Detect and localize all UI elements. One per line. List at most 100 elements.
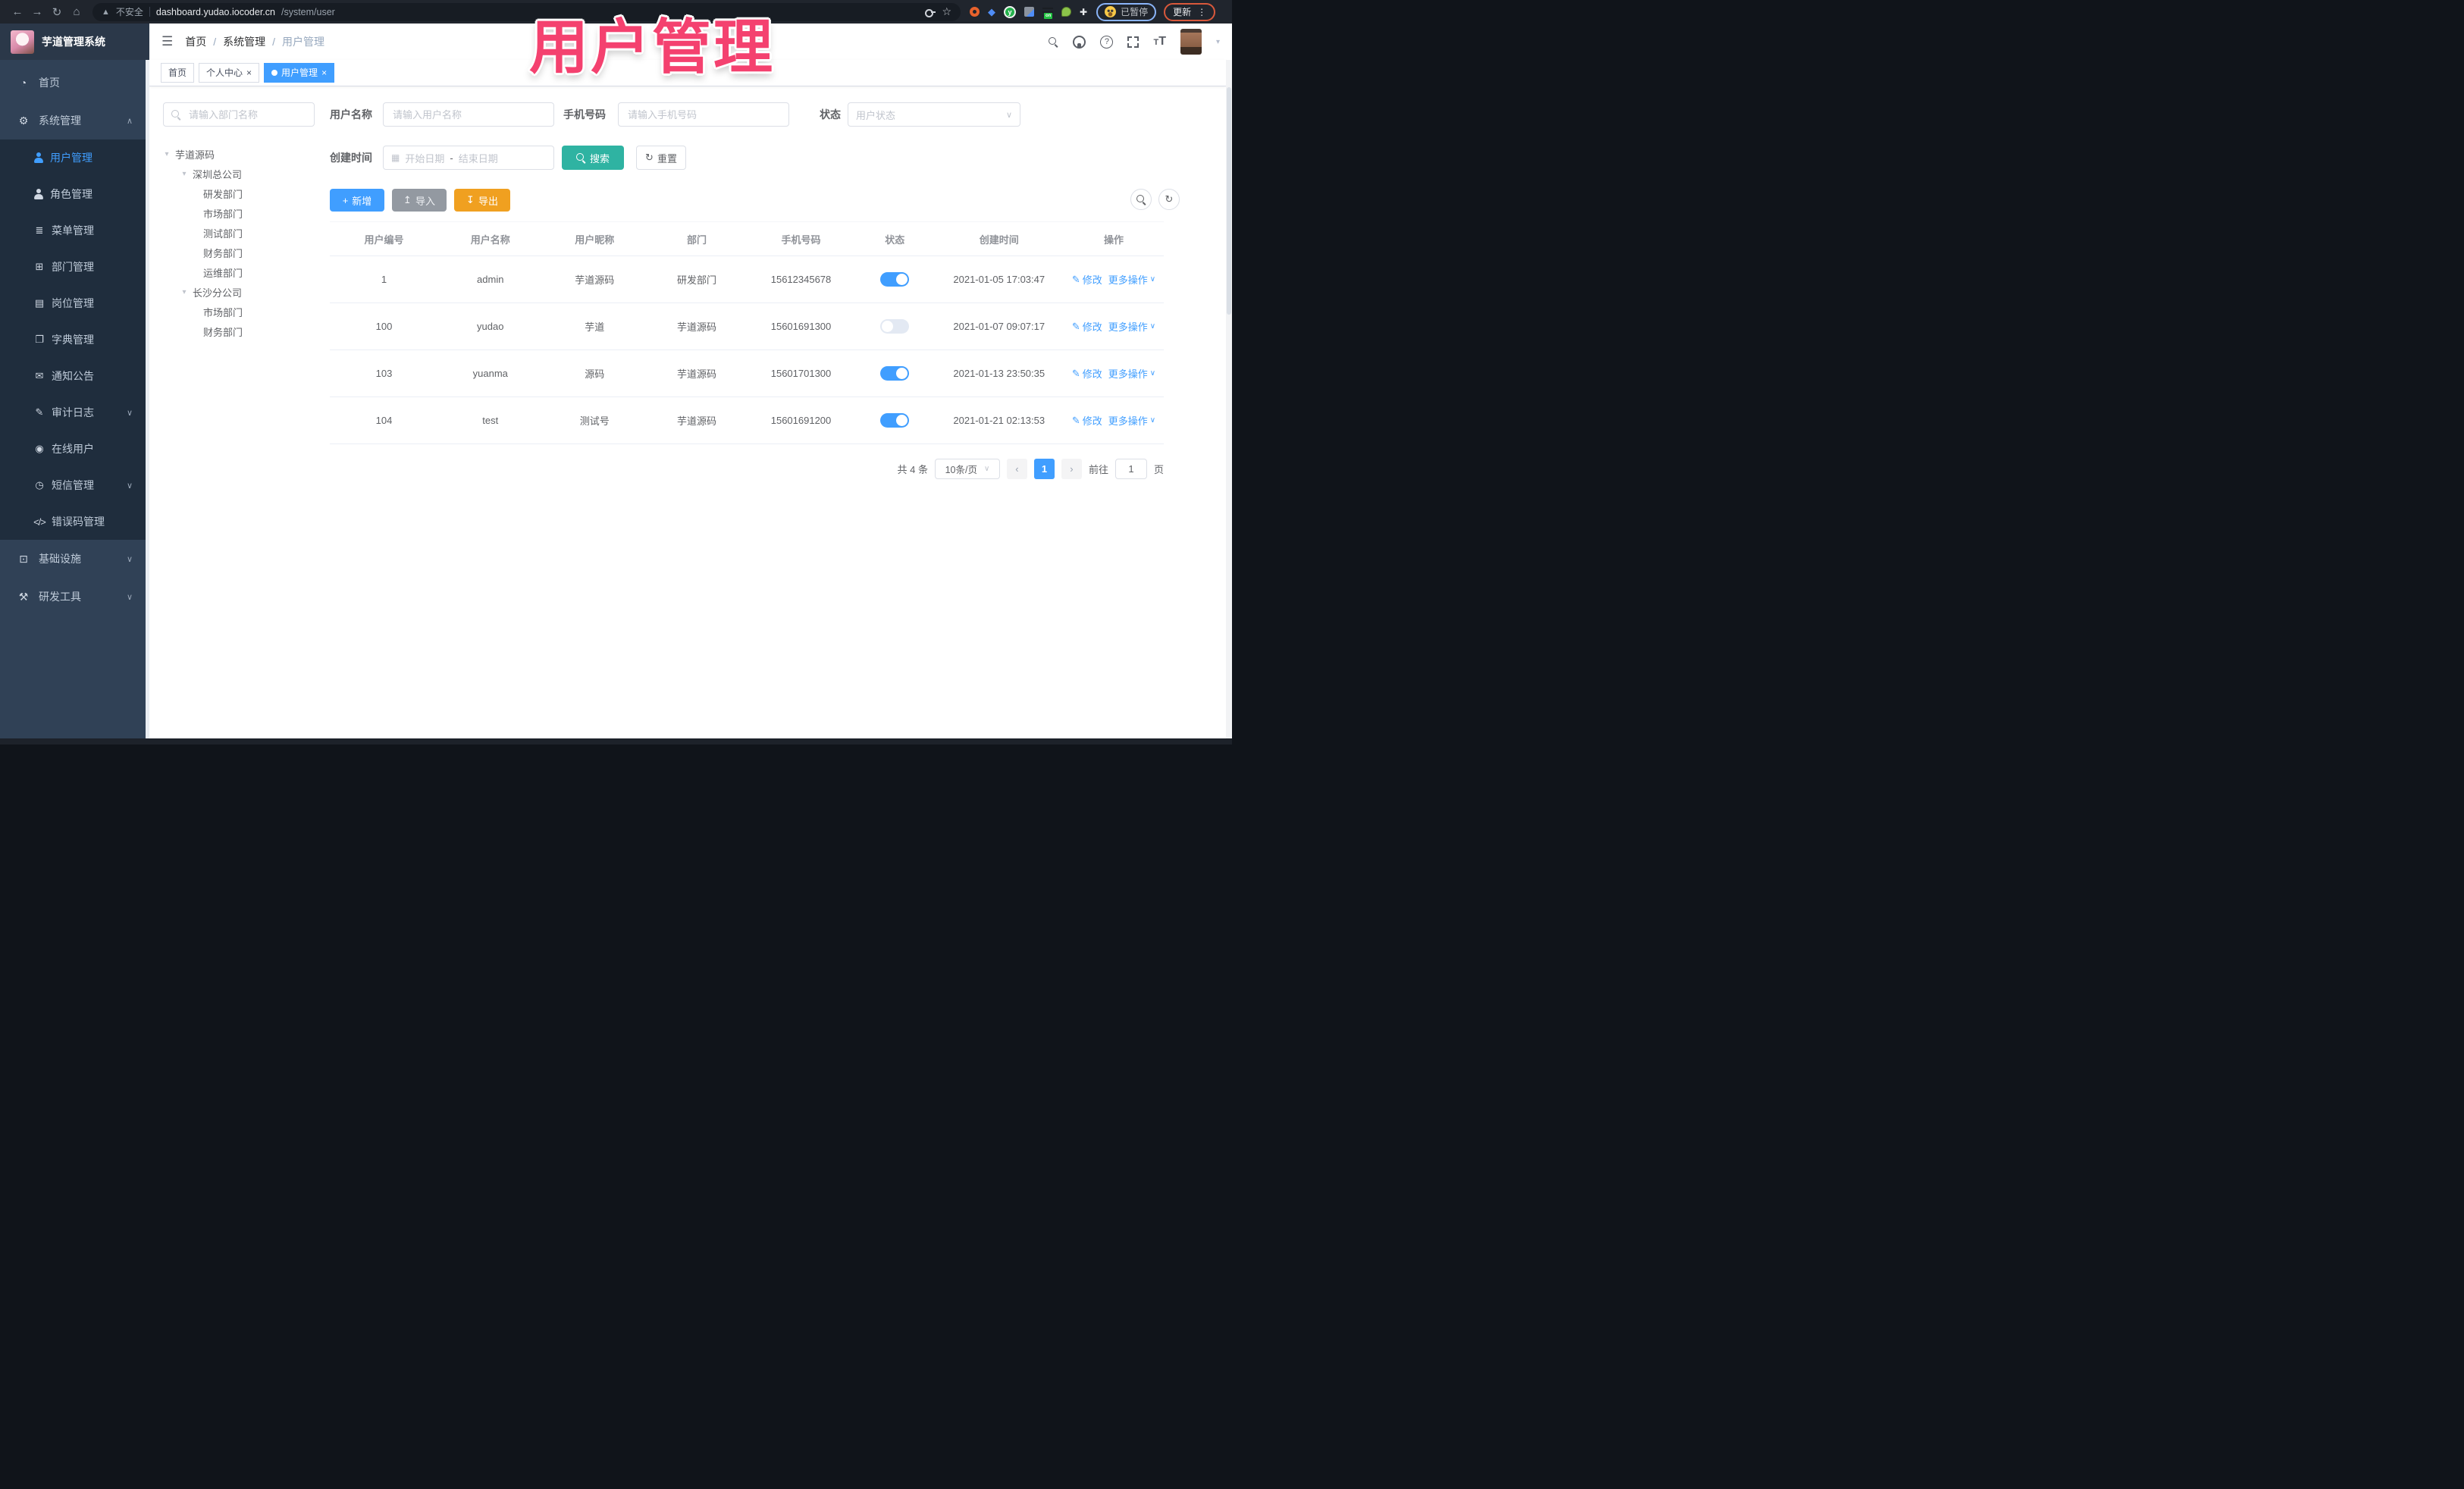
- page-size-select[interactable]: 10条/页 ∨: [934, 459, 1000, 479]
- dept-search-box[interactable]: [163, 102, 315, 127]
- import-button[interactable]: ↥ 导入: [392, 189, 447, 212]
- next-page-button[interactable]: ›: [1061, 459, 1082, 479]
- date-start-placeholder[interactable]: 开始日期: [405, 151, 444, 165]
- sidebar-item-system-management[interactable]: ⚙ 系统管理 ∧: [0, 102, 149, 139]
- username-input[interactable]: [391, 108, 546, 121]
- sidebar-item-menu-management[interactable]: ≣ 菜单管理: [0, 212, 149, 249]
- extension-grid-icon[interactable]: [1024, 7, 1034, 17]
- home-icon[interactable]: ⌂: [67, 5, 86, 18]
- more-actions-link[interactable]: 更多操作 ∨: [1108, 319, 1155, 334]
- security-label[interactable]: 不安全: [116, 5, 143, 18]
- tab-home[interactable]: 首页: [161, 63, 195, 83]
- font-size-icon[interactable]: TT: [1153, 35, 1166, 49]
- tree-node[interactable]: 研发部门: [163, 183, 318, 203]
- back-icon[interactable]: ←: [8, 5, 27, 18]
- tab-user-management[interactable]: 用户管理 ×: [264, 63, 335, 83]
- goto-page-input[interactable]: [1114, 459, 1147, 479]
- status-toggle[interactable]: [880, 366, 910, 381]
- status-toggle[interactable]: [880, 319, 910, 334]
- sidebar-item-infrastructure[interactable]: ⊡ 基础设施 ∨: [0, 540, 149, 578]
- breadcrumb-home[interactable]: 首页: [185, 34, 206, 49]
- help-icon[interactable]: ?: [1100, 35, 1114, 49]
- reload-icon[interactable]: ↻: [47, 5, 67, 19]
- username-field[interactable]: [383, 102, 554, 127]
- dept-search-input[interactable]: [187, 108, 306, 121]
- sidebar-logo-box[interactable]: 芋道管理系统: [0, 24, 149, 60]
- address-bar[interactable]: ▲ 不安全 dashboard.yudao.iocoder.cn/system/…: [92, 2, 961, 21]
- sidebar-scrollbar[interactable]: [146, 60, 149, 738]
- breadcrumb-system[interactable]: 系统管理: [223, 34, 265, 49]
- mobile-field[interactable]: [618, 102, 789, 127]
- sidebar-item-dept-management[interactable]: ⊞ 部门管理: [0, 249, 149, 285]
- edit-link[interactable]: ✎ 修改: [1072, 366, 1102, 381]
- sidebar-item-role-management[interactable]: 角色管理: [0, 176, 149, 212]
- sidebar-item-user-management[interactable]: 用户管理: [0, 139, 149, 176]
- extension-orange-icon[interactable]: [970, 7, 980, 17]
- avatar-caret-icon[interactable]: ▾: [1216, 38, 1220, 46]
- browser-update-button[interactable]: 更新 ⋮: [1164, 2, 1216, 21]
- tree-node[interactable]: 市场部门: [163, 302, 318, 321]
- sidebar-toggle-icon[interactable]: ☰: [161, 34, 173, 49]
- edit-link[interactable]: ✎ 修改: [1072, 413, 1102, 428]
- tree-node[interactable]: ▾ 深圳总公司: [163, 164, 318, 183]
- page-scrollbar[interactable]: [1226, 60, 1232, 738]
- header-search-icon[interactable]: [1049, 36, 1058, 47]
- scrollbar-thumb[interactable]: [1227, 87, 1231, 315]
- sidebar-item-error-code[interactable]: </> 错误码管理: [0, 503, 149, 540]
- close-icon[interactable]: ×: [246, 64, 252, 82]
- extension-gem-icon[interactable]: ◆: [988, 7, 995, 17]
- tree-node[interactable]: 财务部门: [163, 243, 318, 262]
- sidebar-item-home[interactable]: ◔ 首页: [0, 64, 149, 102]
- tree-expand-icon[interactable]: ▾: [180, 288, 188, 296]
- extensions-puzzle-icon[interactable]: ✚: [1080, 7, 1087, 17]
- sidebar-item-online-users[interactable]: ◉ 在线用户: [0, 431, 149, 467]
- edit-link[interactable]: ✎ 修改: [1072, 319, 1102, 334]
- user-avatar[interactable]: [1180, 29, 1202, 55]
- tab-profile[interactable]: 个人中心 ×: [199, 63, 260, 83]
- profile-paused-badge[interactable]: 已暂停: [1096, 2, 1157, 21]
- mobile-input[interactable]: [626, 108, 781, 121]
- url-domain[interactable]: dashboard.yudao.iocoder.cn: [156, 7, 275, 17]
- bookmark-star-icon[interactable]: ☆: [942, 5, 951, 18]
- refresh-table-button[interactable]: ↻: [1158, 189, 1180, 210]
- extension-green-icon[interactable]: y: [1004, 5, 1016, 18]
- more-actions-link[interactable]: 更多操作 ∨: [1108, 413, 1155, 428]
- extension-leaf-icon[interactable]: [1061, 7, 1071, 17]
- sidebar-item-dev-tools[interactable]: ⚒ 研发工具 ∨: [0, 578, 149, 616]
- fullscreen-icon[interactable]: [1127, 36, 1140, 48]
- tree-node[interactable]: 市场部门: [163, 203, 318, 223]
- tree-node[interactable]: ▾ 长沙分公司: [163, 282, 318, 302]
- forward-icon[interactable]: →: [27, 5, 47, 18]
- show-search-toggle-button[interactable]: [1130, 189, 1152, 210]
- tree-expand-icon[interactable]: ▾: [180, 170, 188, 178]
- tree-expand-icon[interactable]: ▾: [163, 150, 171, 158]
- tree-node[interactable]: ▾ 芋道源码: [163, 144, 318, 164]
- reset-button[interactable]: ↻ 重置: [636, 146, 686, 170]
- more-actions-link[interactable]: 更多操作 ∨: [1108, 366, 1155, 381]
- password-key-icon[interactable]: [925, 8, 936, 17]
- extension-list-icon[interactable]: on: [1042, 7, 1053, 19]
- status-toggle[interactable]: [880, 272, 910, 287]
- browser-menu-icon[interactable]: ⋮: [1197, 7, 1206, 17]
- tree-node[interactable]: 测试部门: [163, 223, 318, 243]
- more-actions-link[interactable]: 更多操作 ∨: [1108, 272, 1155, 287]
- status-toggle[interactable]: [880, 413, 910, 428]
- prev-page-button[interactable]: ‹: [1006, 459, 1027, 479]
- sidebar-item-sms-management[interactable]: ◷ 短信管理 ∨: [0, 467, 149, 503]
- add-button[interactable]: + 新增: [330, 189, 384, 212]
- sidebar-item-post-management[interactable]: ▤ 岗位管理: [0, 285, 149, 321]
- sidebar-item-audit-log[interactable]: ✎ 审计日志 ∨: [0, 394, 149, 431]
- current-page-button[interactable]: 1: [1033, 459, 1055, 479]
- tree-node[interactable]: 财务部门: [163, 321, 318, 341]
- export-button[interactable]: ↧ 导出: [454, 189, 510, 212]
- date-range-picker[interactable]: ▦ 开始日期 - 结束日期: [383, 146, 554, 170]
- close-icon[interactable]: ×: [321, 64, 327, 82]
- github-icon[interactable]: [1073, 35, 1086, 49]
- date-end-placeholder[interactable]: 结束日期: [459, 151, 498, 165]
- edit-link[interactable]: ✎ 修改: [1072, 272, 1102, 287]
- url-path[interactable]: /system/user: [281, 7, 335, 17]
- sidebar-item-notice[interactable]: ✉ 通知公告: [0, 358, 149, 394]
- search-button[interactable]: 搜索: [562, 146, 624, 170]
- tree-node[interactable]: 运维部门: [163, 262, 318, 282]
- status-select[interactable]: 用户状态 ∨: [848, 102, 1020, 127]
